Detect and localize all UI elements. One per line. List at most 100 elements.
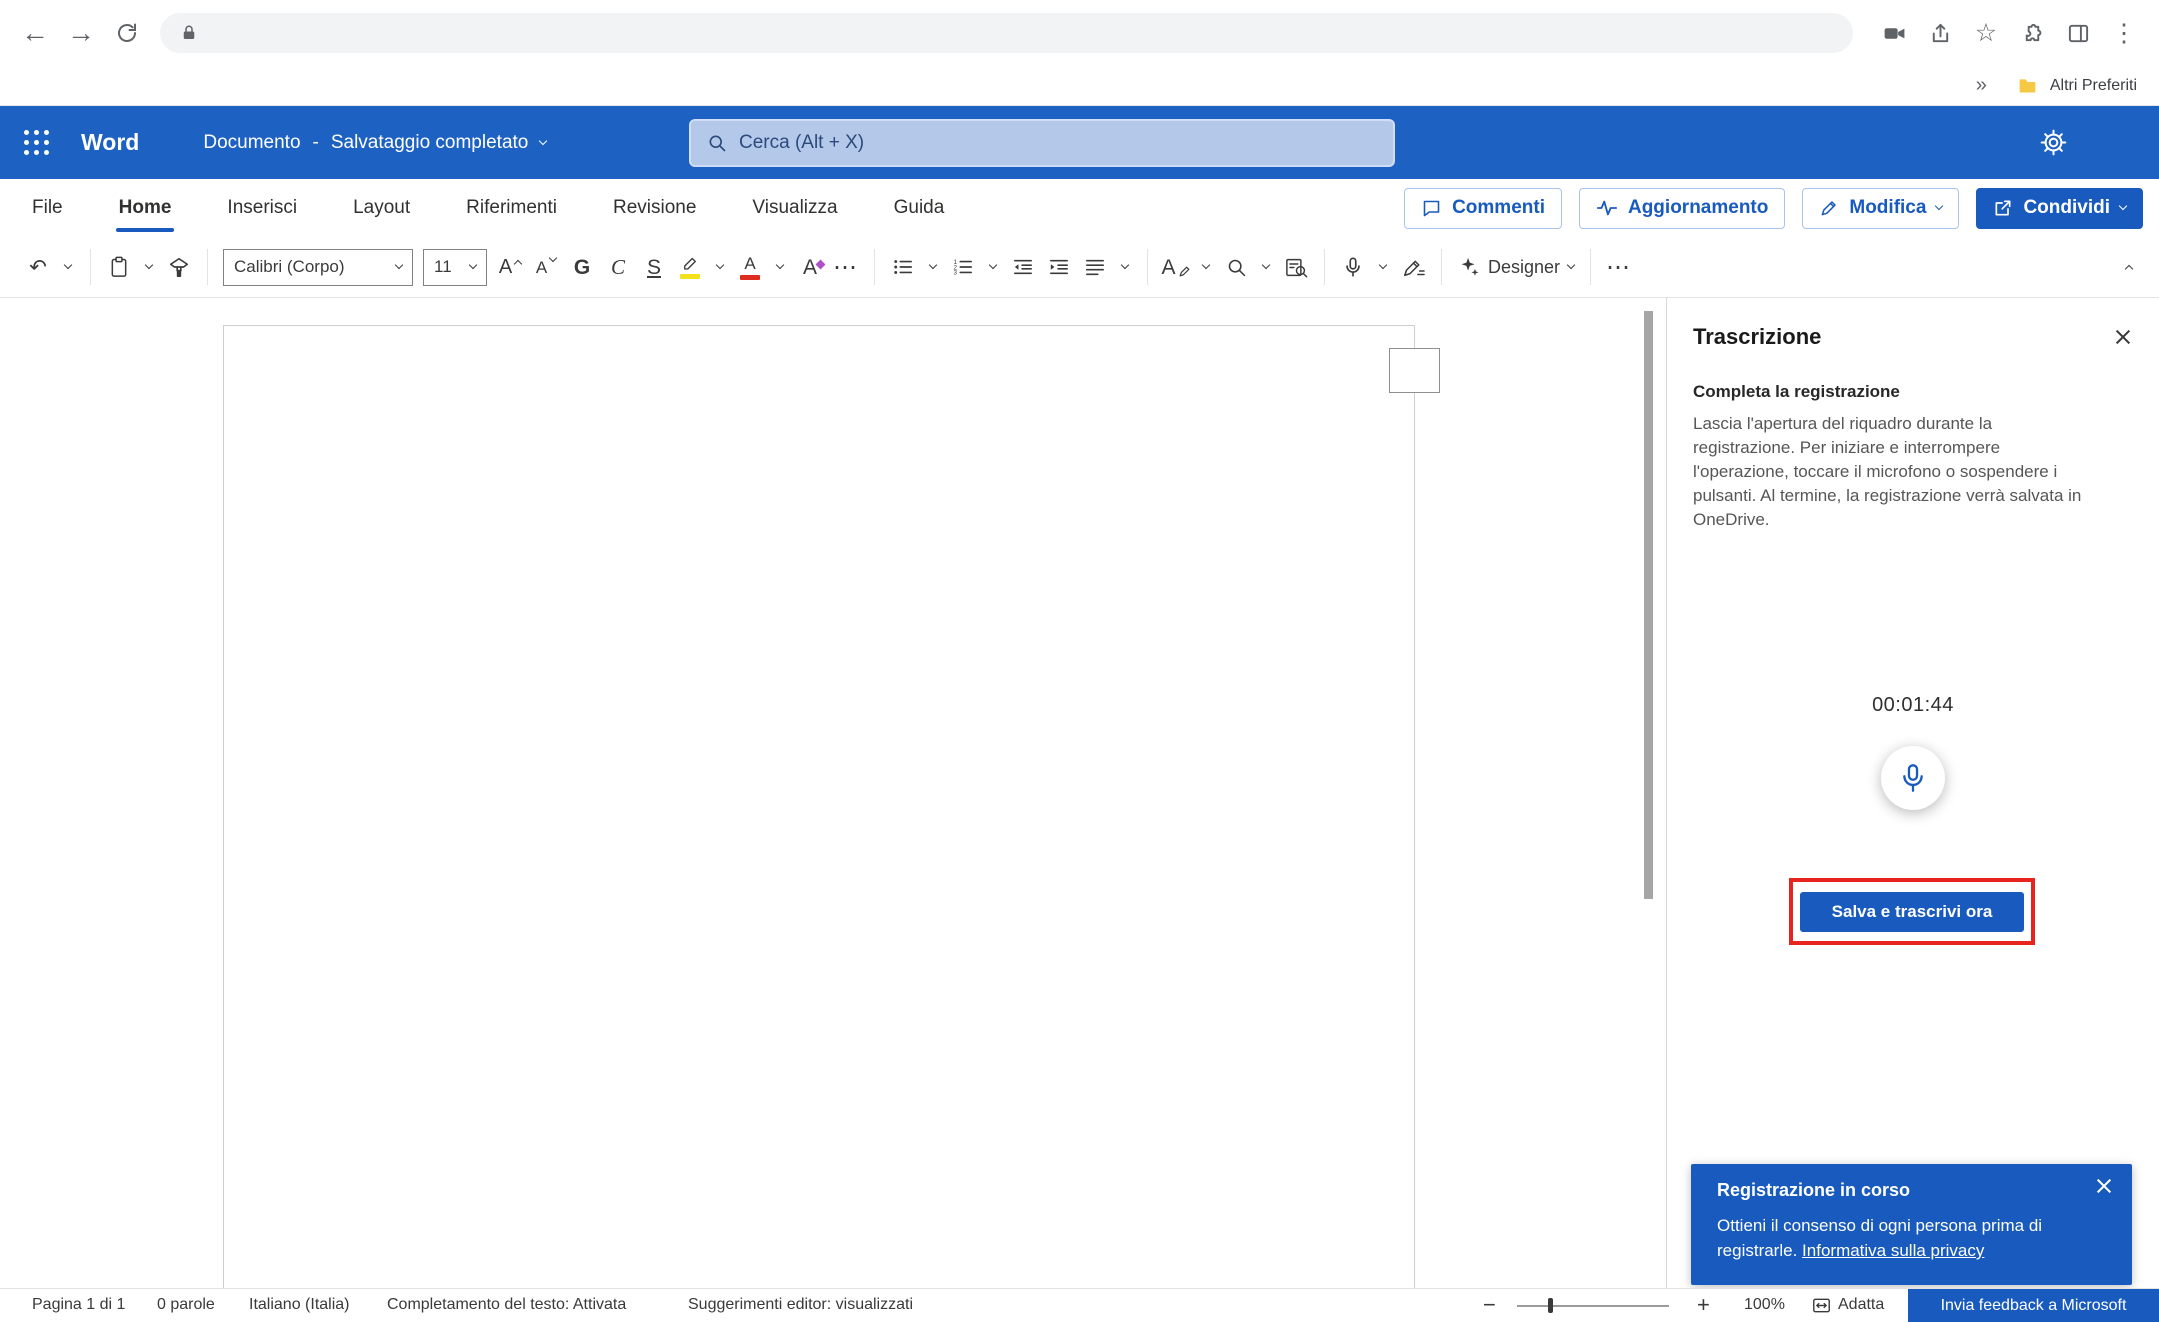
comments-button[interactable]: Commenti (1404, 188, 1562, 229)
font-color-dropdown[interactable] (768, 246, 792, 288)
tab-home[interactable]: Home (119, 179, 172, 237)
browser-share-button[interactable] (1917, 10, 1963, 56)
search-document-button[interactable] (1280, 246, 1312, 288)
browser-sidebar-button[interactable] (2055, 10, 2101, 56)
language-status[interactable]: Italiano (Italia) (249, 1289, 350, 1321)
styles-dropdown[interactable] (1194, 246, 1218, 288)
editor-suggestions-status[interactable]: Suggerimenti editor: visualizzati (688, 1289, 913, 1321)
designer-button[interactable]: Designer (1454, 246, 1578, 288)
tab-guida[interactable]: Guida (894, 179, 945, 237)
app-launcher-icon[interactable] (24, 130, 49, 155)
browser-bookmark-button[interactable]: ☆ (1963, 10, 2009, 56)
share-label: Condividi (2023, 197, 2110, 219)
puzzle-icon (2021, 22, 2044, 45)
undo-button[interactable]: ↶ (22, 246, 54, 288)
browser-extensions-button[interactable] (2009, 10, 2055, 56)
bullet-list-dropdown[interactable] (921, 246, 945, 288)
browser-address-bar[interactable] (160, 13, 1853, 53)
paste-dropdown[interactable] (137, 246, 161, 288)
underline-button[interactable]: S (638, 246, 670, 288)
browser-camera-button[interactable] (1871, 10, 1917, 56)
chevron-down-icon (549, 253, 557, 261)
paste-button[interactable] (103, 246, 135, 288)
transcription-panel: Trascrizione Completa la registrazione L… (1666, 298, 2159, 1288)
divider (1324, 249, 1325, 285)
vertical-scrollbar[interactable] (1644, 311, 1653, 899)
browser-back-button[interactable]: ← (12, 10, 58, 56)
bold-button[interactable]: G (566, 246, 598, 288)
numbered-list-dropdown[interactable] (981, 246, 1005, 288)
font-size-value: 11 (434, 257, 452, 277)
format-painter-button[interactable] (163, 246, 195, 288)
styles-letter: A (1161, 257, 1175, 278)
italic-button[interactable]: C (602, 246, 634, 288)
font-size-select[interactable]: 11 (423, 249, 487, 286)
numbered-list-button[interactable]: 123 (947, 246, 979, 288)
zoom-out-button[interactable]: − (1483, 1289, 1496, 1321)
tab-revisione[interactable]: Revisione (613, 179, 696, 237)
browser-forward-button[interactable]: → (58, 10, 104, 56)
chevron-down-icon (469, 261, 477, 269)
tab-visualizza[interactable]: Visualizza (752, 179, 837, 237)
document-title[interactable]: Documento - Salvataggio completato (203, 132, 546, 154)
toast-close-button[interactable] (2094, 1176, 2114, 1196)
tab-layout[interactable]: Layout (353, 179, 410, 237)
zoom-level[interactable]: 100% (1744, 1289, 1785, 1321)
share-button[interactable]: Condividi (1976, 188, 2143, 229)
browser-menu-button[interactable]: ⋮ (2101, 10, 2147, 56)
find-button[interactable] (1220, 246, 1252, 288)
tab-inserisci[interactable]: Inserisci (227, 179, 297, 237)
more-options-icon: ⋯ (1606, 253, 1632, 282)
text-completion-status[interactable]: Completamento del testo: Attivata (387, 1289, 626, 1321)
fit-page-button[interactable]: Adatta (1812, 1289, 1884, 1321)
alignment-dropdown[interactable] (1113, 246, 1137, 288)
app-name: Word (81, 129, 139, 156)
privacy-link[interactable]: Informativa sulla privacy (1802, 1241, 1984, 1260)
undo-dropdown[interactable] (56, 246, 80, 288)
word-count-status[interactable]: 0 parole (157, 1289, 215, 1321)
search-input[interactable] (739, 132, 1393, 154)
feedback-button[interactable]: Invia feedback a Microsoft (1908, 1289, 2159, 1322)
shrink-font-button[interactable]: A (530, 246, 562, 288)
more-toolbar-options-button[interactable]: ⋯ (1603, 246, 1635, 288)
share-icon (1929, 22, 1952, 45)
favorites-folder-label[interactable]: Altri Preferiti (2050, 77, 2137, 95)
pause-recording-button[interactable] (1881, 746, 1945, 810)
increase-indent-button[interactable] (1043, 246, 1075, 288)
tab-file[interactable]: File (32, 179, 63, 237)
page-count-status[interactable]: Pagina 1 di 1 (32, 1289, 125, 1321)
chevron-down-icon (2119, 202, 2127, 210)
bullet-list-button[interactable] (887, 246, 919, 288)
more-font-options-button[interactable]: ⋯ (830, 246, 862, 288)
chevron-down-icon (1262, 261, 1270, 269)
document-page[interactable] (223, 325, 1415, 1288)
save-and-transcribe-button[interactable]: Salva e trascrivi ora (1800, 892, 2024, 932)
browser-reload-button[interactable] (104, 10, 150, 56)
dictate-button[interactable] (1337, 246, 1369, 288)
alignment-button[interactable] (1079, 246, 1111, 288)
zoom-slider-thumb[interactable] (1548, 1298, 1553, 1313)
zoom-slider-track[interactable] (1517, 1305, 1669, 1307)
clear-formatting-button[interactable]: A (794, 246, 826, 288)
decrease-indent-button[interactable] (1007, 246, 1039, 288)
highlight-dropdown[interactable] (708, 246, 732, 288)
highlight-button[interactable] (674, 246, 706, 288)
editor-button[interactable] (1397, 246, 1429, 288)
update-button[interactable]: Aggiornamento (1579, 188, 1785, 229)
find-dropdown[interactable] (1254, 246, 1278, 288)
chevron-down-icon (145, 261, 153, 269)
font-color-button[interactable]: A (734, 246, 766, 288)
edit-mode-button[interactable]: Modifica (1802, 188, 1959, 229)
divider (1590, 249, 1591, 285)
zoom-in-button[interactable]: + (1697, 1289, 1710, 1321)
styles-button[interactable]: A (1160, 246, 1192, 288)
font-name-value: Calibri (Corpo) (234, 257, 345, 277)
settings-button[interactable] (2040, 129, 2067, 156)
bookmarks-overflow-button[interactable]: » (1976, 74, 1987, 97)
collapse-ribbon-button[interactable] (2117, 246, 2141, 288)
font-name-select[interactable]: Calibri (Corpo) (223, 249, 413, 286)
panel-close-button[interactable] (2113, 327, 2133, 347)
grow-font-button[interactable]: A (494, 246, 526, 288)
tab-riferimenti[interactable]: Riferimenti (466, 179, 557, 237)
dictate-dropdown[interactable] (1371, 246, 1395, 288)
